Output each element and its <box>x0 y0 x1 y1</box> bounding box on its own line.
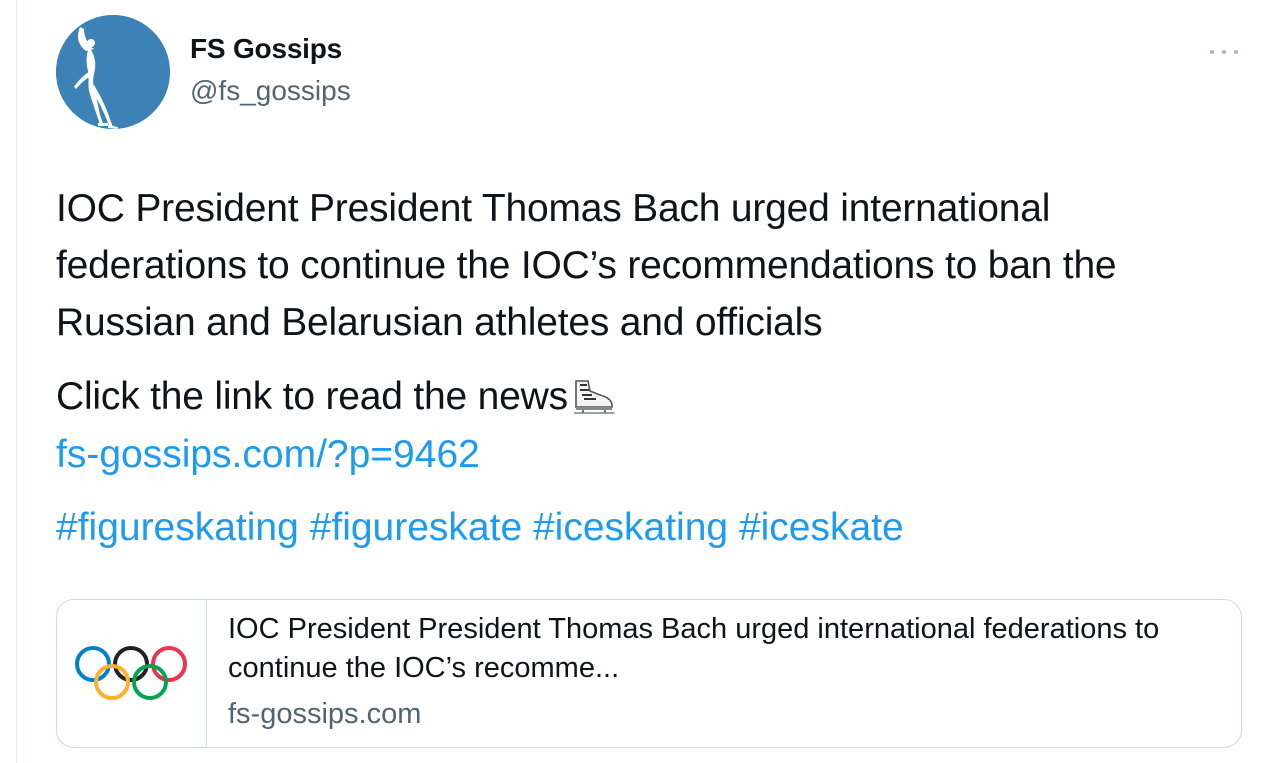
tweet-link[interactable]: fs-gossips.com/?p=9462 <box>56 426 480 483</box>
card-title: IOC President President Thomas Bach urge… <box>228 613 1160 684</box>
hashtag-link[interactable]: #figureskate <box>310 506 522 549</box>
tweet-cta-text: Click the link to read the news <box>56 375 568 418</box>
tweet-text: IOC President President Thomas Bach urge… <box>56 187 1117 344</box>
figure-skater-silhouette-icon <box>56 15 170 129</box>
hashtag-link[interactable]: #iceskating <box>533 506 728 549</box>
author-handle[interactable]: @fs_gossips <box>190 75 351 107</box>
hashtag-list: #figureskating #figureskate #iceskating … <box>56 499 904 556</box>
olympic-rings-icon <box>75 646 187 700</box>
more-options-icon[interactable] <box>1206 38 1242 66</box>
link-preview-card[interactable]: IOC President President Thomas Bach urge… <box>56 599 1242 748</box>
ice-skate-icon <box>573 380 615 414</box>
author-display-name[interactable]: FS Gossips <box>190 33 342 65</box>
tweet-cta-line: Click the link to read the news <box>56 368 616 425</box>
hashtag-link[interactable]: #iceskate <box>739 506 904 549</box>
card-thumbnail <box>57 600 207 747</box>
card-domain: fs-gossips.com <box>228 698 422 730</box>
avatar[interactable] <box>56 15 170 129</box>
hashtag-link[interactable]: #figureskating <box>56 506 299 549</box>
timeline-left-border <box>16 0 17 763</box>
